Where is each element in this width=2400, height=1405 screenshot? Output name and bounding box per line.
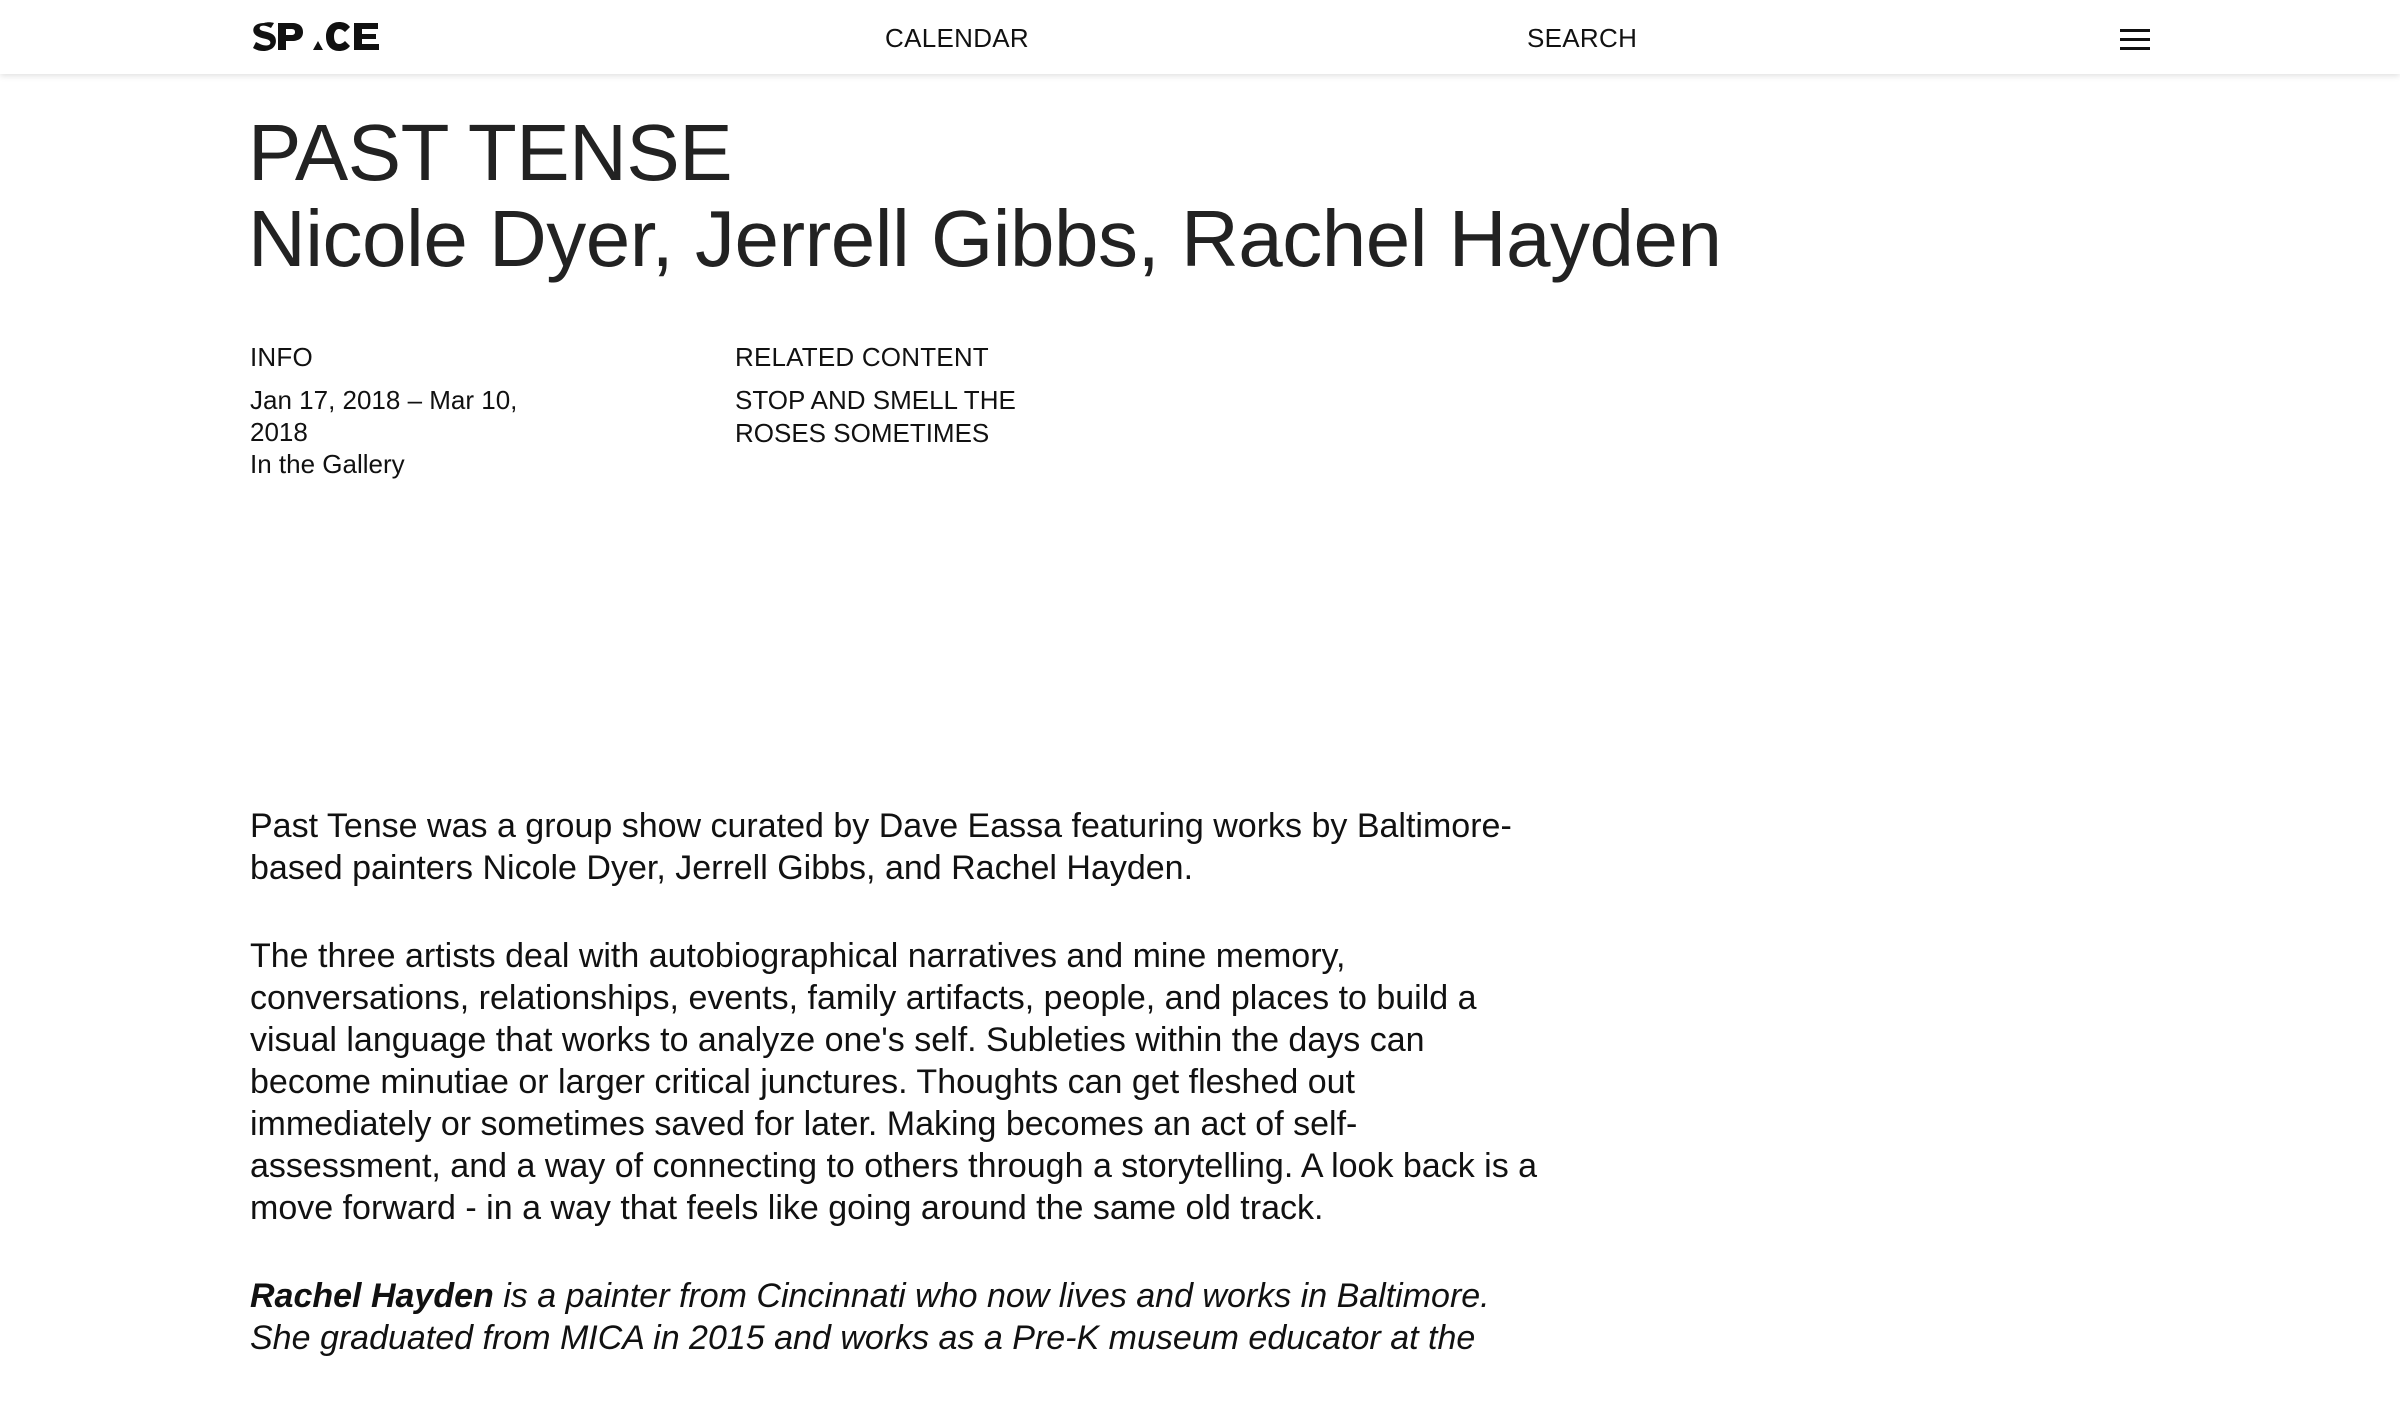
related-content-heading: RELATED CONTENT xyxy=(735,342,989,372)
menu-icon-bar xyxy=(2120,38,2150,41)
info-column: INFO Jan 17, 2018 – Mar 10, 2018 In the … xyxy=(250,340,570,480)
menu-icon-bar xyxy=(2120,47,2150,50)
space-logo-mark xyxy=(253,22,379,52)
artist-bio-name: Rachel Hayden xyxy=(250,1277,494,1315)
related-content-link[interactable]: STOP AND SMELL THE ROSES SOMETIMES xyxy=(735,384,1055,450)
exhibition-artists: Nicole Dyer, Jerrell Gibbs, Rachel Hayde… xyxy=(248,194,1722,283)
hamburger-menu-icon[interactable] xyxy=(2120,29,2150,51)
description-paragraph: The three artists deal with autobiograph… xyxy=(250,937,1538,1227)
related-content-column: RELATED CONTENT STOP AND SMELL THE ROSES… xyxy=(735,340,1055,450)
exhibition-title: PAST TENSE xyxy=(248,108,733,197)
site-header: CALENDAR SEARCH xyxy=(0,0,2400,74)
artist-bio-text: Rachel Hayden is a painter from Cincinna… xyxy=(250,1277,1490,1357)
artist-bio-paragraph: Rachel Hayden is a painter from Cincinna… xyxy=(250,1275,1540,1359)
exhibition-title-block: PAST TENSE Nicole Dyer, Jerrell Gibbs, R… xyxy=(248,108,1722,283)
space-logo[interactable] xyxy=(250,17,390,57)
nav-calendar-link[interactable]: CALENDAR xyxy=(885,22,1029,54)
exhibition-dates: Jan 17, 2018 – Mar 10, 2018 xyxy=(250,385,518,447)
exhibition-location: In the Gallery xyxy=(250,449,405,479)
description-paragraph: Past Tense was a group show curated by D… xyxy=(250,807,1512,887)
nav-search-link[interactable]: SEARCH xyxy=(1527,22,1637,54)
info-heading: INFO xyxy=(250,342,313,372)
menu-icon-bar xyxy=(2120,29,2150,32)
exhibition-description: Past Tense was a group show curated by D… xyxy=(250,805,1540,1405)
